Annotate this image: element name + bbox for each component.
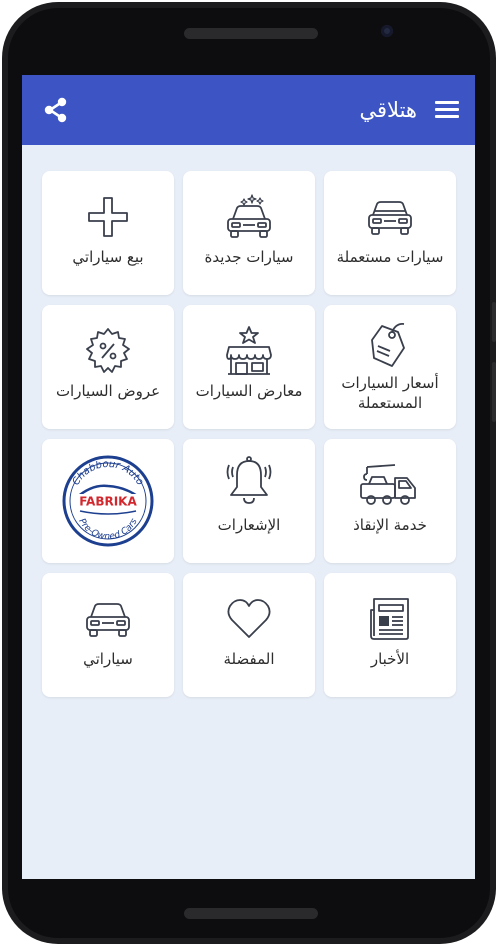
- tile-label: بيع سياراتي: [72, 248, 144, 266]
- tow-truck-icon: [324, 457, 456, 513]
- bottom-speaker: [184, 908, 318, 919]
- tile-car-offers[interactable]: عروض السيارات: [42, 305, 174, 429]
- bell-icon: [183, 453, 315, 509]
- logo-brand-text: FABRIKA: [79, 495, 137, 509]
- newspaper-icon: [324, 591, 456, 647]
- tile-used-cars[interactable]: سيارات مستعملة: [324, 171, 456, 295]
- share-icon[interactable]: [42, 96, 70, 124]
- showroom-store-icon: [183, 323, 315, 379]
- tile-notifications[interactable]: الإشعارات: [183, 439, 315, 563]
- tile-label: معارض السيارات: [195, 382, 303, 400]
- power-button: [492, 362, 496, 422]
- volume-button: [492, 302, 496, 342]
- tile-sell-my-cars[interactable]: بيع سياراتي: [42, 171, 174, 295]
- tile-label: الإشعارات: [217, 516, 281, 534]
- used-car-icon: [324, 189, 456, 245]
- earpiece-speaker: [184, 28, 318, 39]
- fabrika-logo: Chabbour Auto Pre-Owned Cars FABRIKA: [42, 449, 174, 553]
- plus-icon: [42, 189, 174, 245]
- tile-label-line2: المستعملة: [357, 394, 423, 412]
- tile-label: سيارات جديدة: [204, 248, 294, 266]
- tile-used-car-prices[interactable]: أسعار السيارات المستعملة: [324, 305, 456, 429]
- app-screen: هتلاقي سيارات مستعملة سيارات جديدة بيع س…: [22, 75, 475, 879]
- app-title: هتلاقي: [359, 98, 417, 122]
- tile-favorites[interactable]: المفضلة: [183, 573, 315, 697]
- tile-label: سيارات مستعملة: [336, 248, 444, 266]
- tile-label: أسعار السيارات المستعملة: [330, 373, 450, 413]
- my-car-icon: [42, 591, 174, 647]
- discount-badge-icon: [42, 323, 174, 379]
- front-camera: [381, 25, 393, 37]
- tile-label: الأخبار: [370, 650, 410, 668]
- tile-rescue-service[interactable]: خدمة الإنقاذ: [324, 439, 456, 563]
- price-tag-icon: [324, 317, 456, 373]
- tile-label: المفضلة: [223, 650, 275, 668]
- tile-new-cars[interactable]: سيارات جديدة: [183, 171, 315, 295]
- tile-fabrika[interactable]: Chabbour Auto Pre-Owned Cars FABRIKA: [42, 439, 174, 563]
- new-car-sparkle-icon: [183, 189, 315, 245]
- tile-news[interactable]: الأخبار: [324, 573, 456, 697]
- tile-car-showrooms[interactable]: معارض السيارات: [183, 305, 315, 429]
- hamburger-menu-icon[interactable]: [435, 100, 459, 120]
- tile-label: سياراتي: [83, 650, 133, 668]
- app-bar: هتلاقي: [22, 75, 475, 145]
- tile-my-cars[interactable]: سياراتي: [42, 573, 174, 697]
- tile-label: خدمة الإنقاذ: [353, 516, 427, 534]
- heart-icon: [183, 591, 315, 647]
- tile-label-line1: أسعار السيارات: [341, 374, 439, 392]
- tile-label: عروض السيارات: [55, 382, 161, 400]
